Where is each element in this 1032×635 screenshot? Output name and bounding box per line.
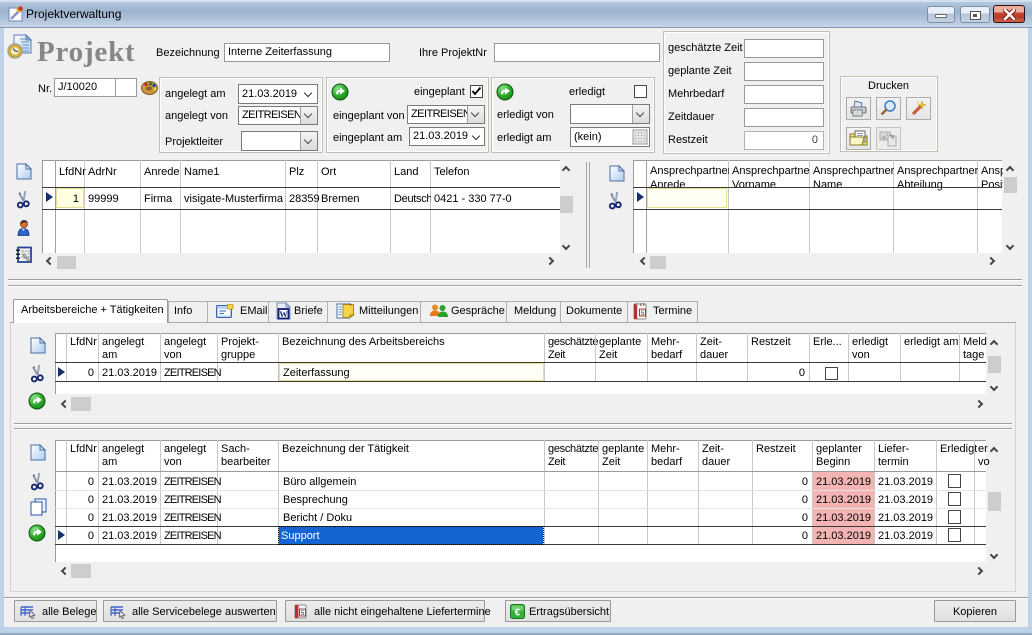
svg-text:€: € [515, 608, 521, 619]
svg-text:W: W [279, 309, 288, 319]
